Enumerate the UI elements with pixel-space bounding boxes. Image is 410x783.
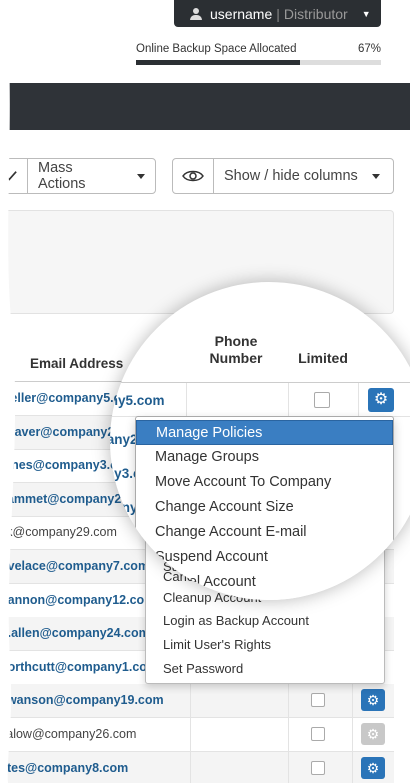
table-row[interactable]: swanson@company19.com ⚙ xyxy=(0,684,394,719)
menu-item-set-password[interactable]: Set Password xyxy=(163,661,243,676)
caret-down-icon xyxy=(137,173,145,179)
menu-item-login-as-backup-account[interactable]: Login as Backup Account xyxy=(163,613,309,628)
user-menu[interactable]: username | Distributor ▼ xyxy=(174,0,381,27)
show-hide-columns-label: Show / hide columns xyxy=(224,168,358,184)
eye-button[interactable] xyxy=(173,159,213,193)
eye-icon xyxy=(182,170,204,182)
column-divider xyxy=(288,718,289,752)
backup-space-progress-fill xyxy=(136,60,301,65)
magnified-phone-line2: Number xyxy=(209,350,263,366)
mass-actions-label: Mass Actions xyxy=(38,160,86,192)
backup-space-label: Online Backup Space Allocated xyxy=(136,43,297,55)
magnifier-lens: Phone Number Limited .keller@company5.co… xyxy=(110,282,410,600)
column-divider xyxy=(190,684,191,719)
column-divider xyxy=(190,718,191,752)
caret-down-icon: ▼ xyxy=(361,8,371,19)
user-icon xyxy=(190,7,202,20)
column-divider xyxy=(352,718,353,752)
table-header-divider xyxy=(110,382,410,383)
backup-space-percent: 67% xyxy=(358,43,382,55)
magnified-column-header-phone: Phone Number xyxy=(200,333,272,367)
column-divider xyxy=(288,684,289,719)
column-divider xyxy=(352,684,353,719)
gear-icon[interactable]: ⚙ xyxy=(361,689,385,712)
column-divider xyxy=(190,751,191,783)
magnified-account-actions-menu: Manage Policies Manage Groups Move Accou… xyxy=(135,416,394,600)
menu-item-cancel-account[interactable]: Cancel Account xyxy=(136,570,393,595)
gear-icon[interactable]: ⚙ xyxy=(361,723,385,745)
gear-icon[interactable]: ⚙ xyxy=(368,388,394,412)
menu-item-manage-groups[interactable]: Manage Groups xyxy=(136,445,393,470)
username: username xyxy=(210,5,273,22)
limited-checkbox[interactable] xyxy=(314,392,330,408)
show-hide-columns-button[interactable]: Show / hide columns xyxy=(213,159,390,193)
separator: | xyxy=(276,5,280,22)
accounts-page: username | Distributor ▼ Online Backup S… xyxy=(0,0,410,783)
mass-actions-button[interactable]: Mass Actions xyxy=(27,159,155,193)
caret-down-icon xyxy=(371,173,380,179)
navigation-bar xyxy=(0,83,410,130)
magnified-phone-line1: Phone xyxy=(214,333,258,349)
table-row[interactable]: yalow@company26.com ⚙ xyxy=(0,718,394,752)
menu-item-change-account-size[interactable]: Change Account Size xyxy=(136,495,393,520)
torn-edge xyxy=(0,0,16,783)
limited-checkbox[interactable] xyxy=(311,760,325,775)
menu-item-suspend-account[interactable]: Suspend Account xyxy=(136,545,393,570)
magnified-view: Phone Number Limited .keller@company5.co… xyxy=(110,282,410,600)
menu-item-manage-policies[interactable]: Manage Policies xyxy=(136,420,393,445)
magnified-email-row-1[interactable]: .keller@company5.com xyxy=(110,393,164,408)
menu-item-limit-users-rights[interactable]: Limit User's Rights xyxy=(163,637,271,652)
column-divider xyxy=(288,751,289,783)
menu-item-move-account-to-company[interactable]: Move Account To Company xyxy=(136,470,393,495)
user-role: Distributor xyxy=(283,5,348,22)
column-divider xyxy=(352,751,353,783)
backup-space-progress xyxy=(136,60,381,65)
limited-checkbox[interactable] xyxy=(311,693,325,708)
magnified-column-header-limited: Limited xyxy=(298,350,348,366)
gear-icon[interactable]: ⚙ xyxy=(361,756,385,779)
table-row[interactable]: ates@company8.com ⚙ xyxy=(0,751,394,783)
limited-checkbox[interactable] xyxy=(311,727,325,741)
columns-group: Show / hide columns xyxy=(172,158,394,194)
menu-item-change-account-email[interactable]: Change Account E-mail xyxy=(136,520,393,545)
